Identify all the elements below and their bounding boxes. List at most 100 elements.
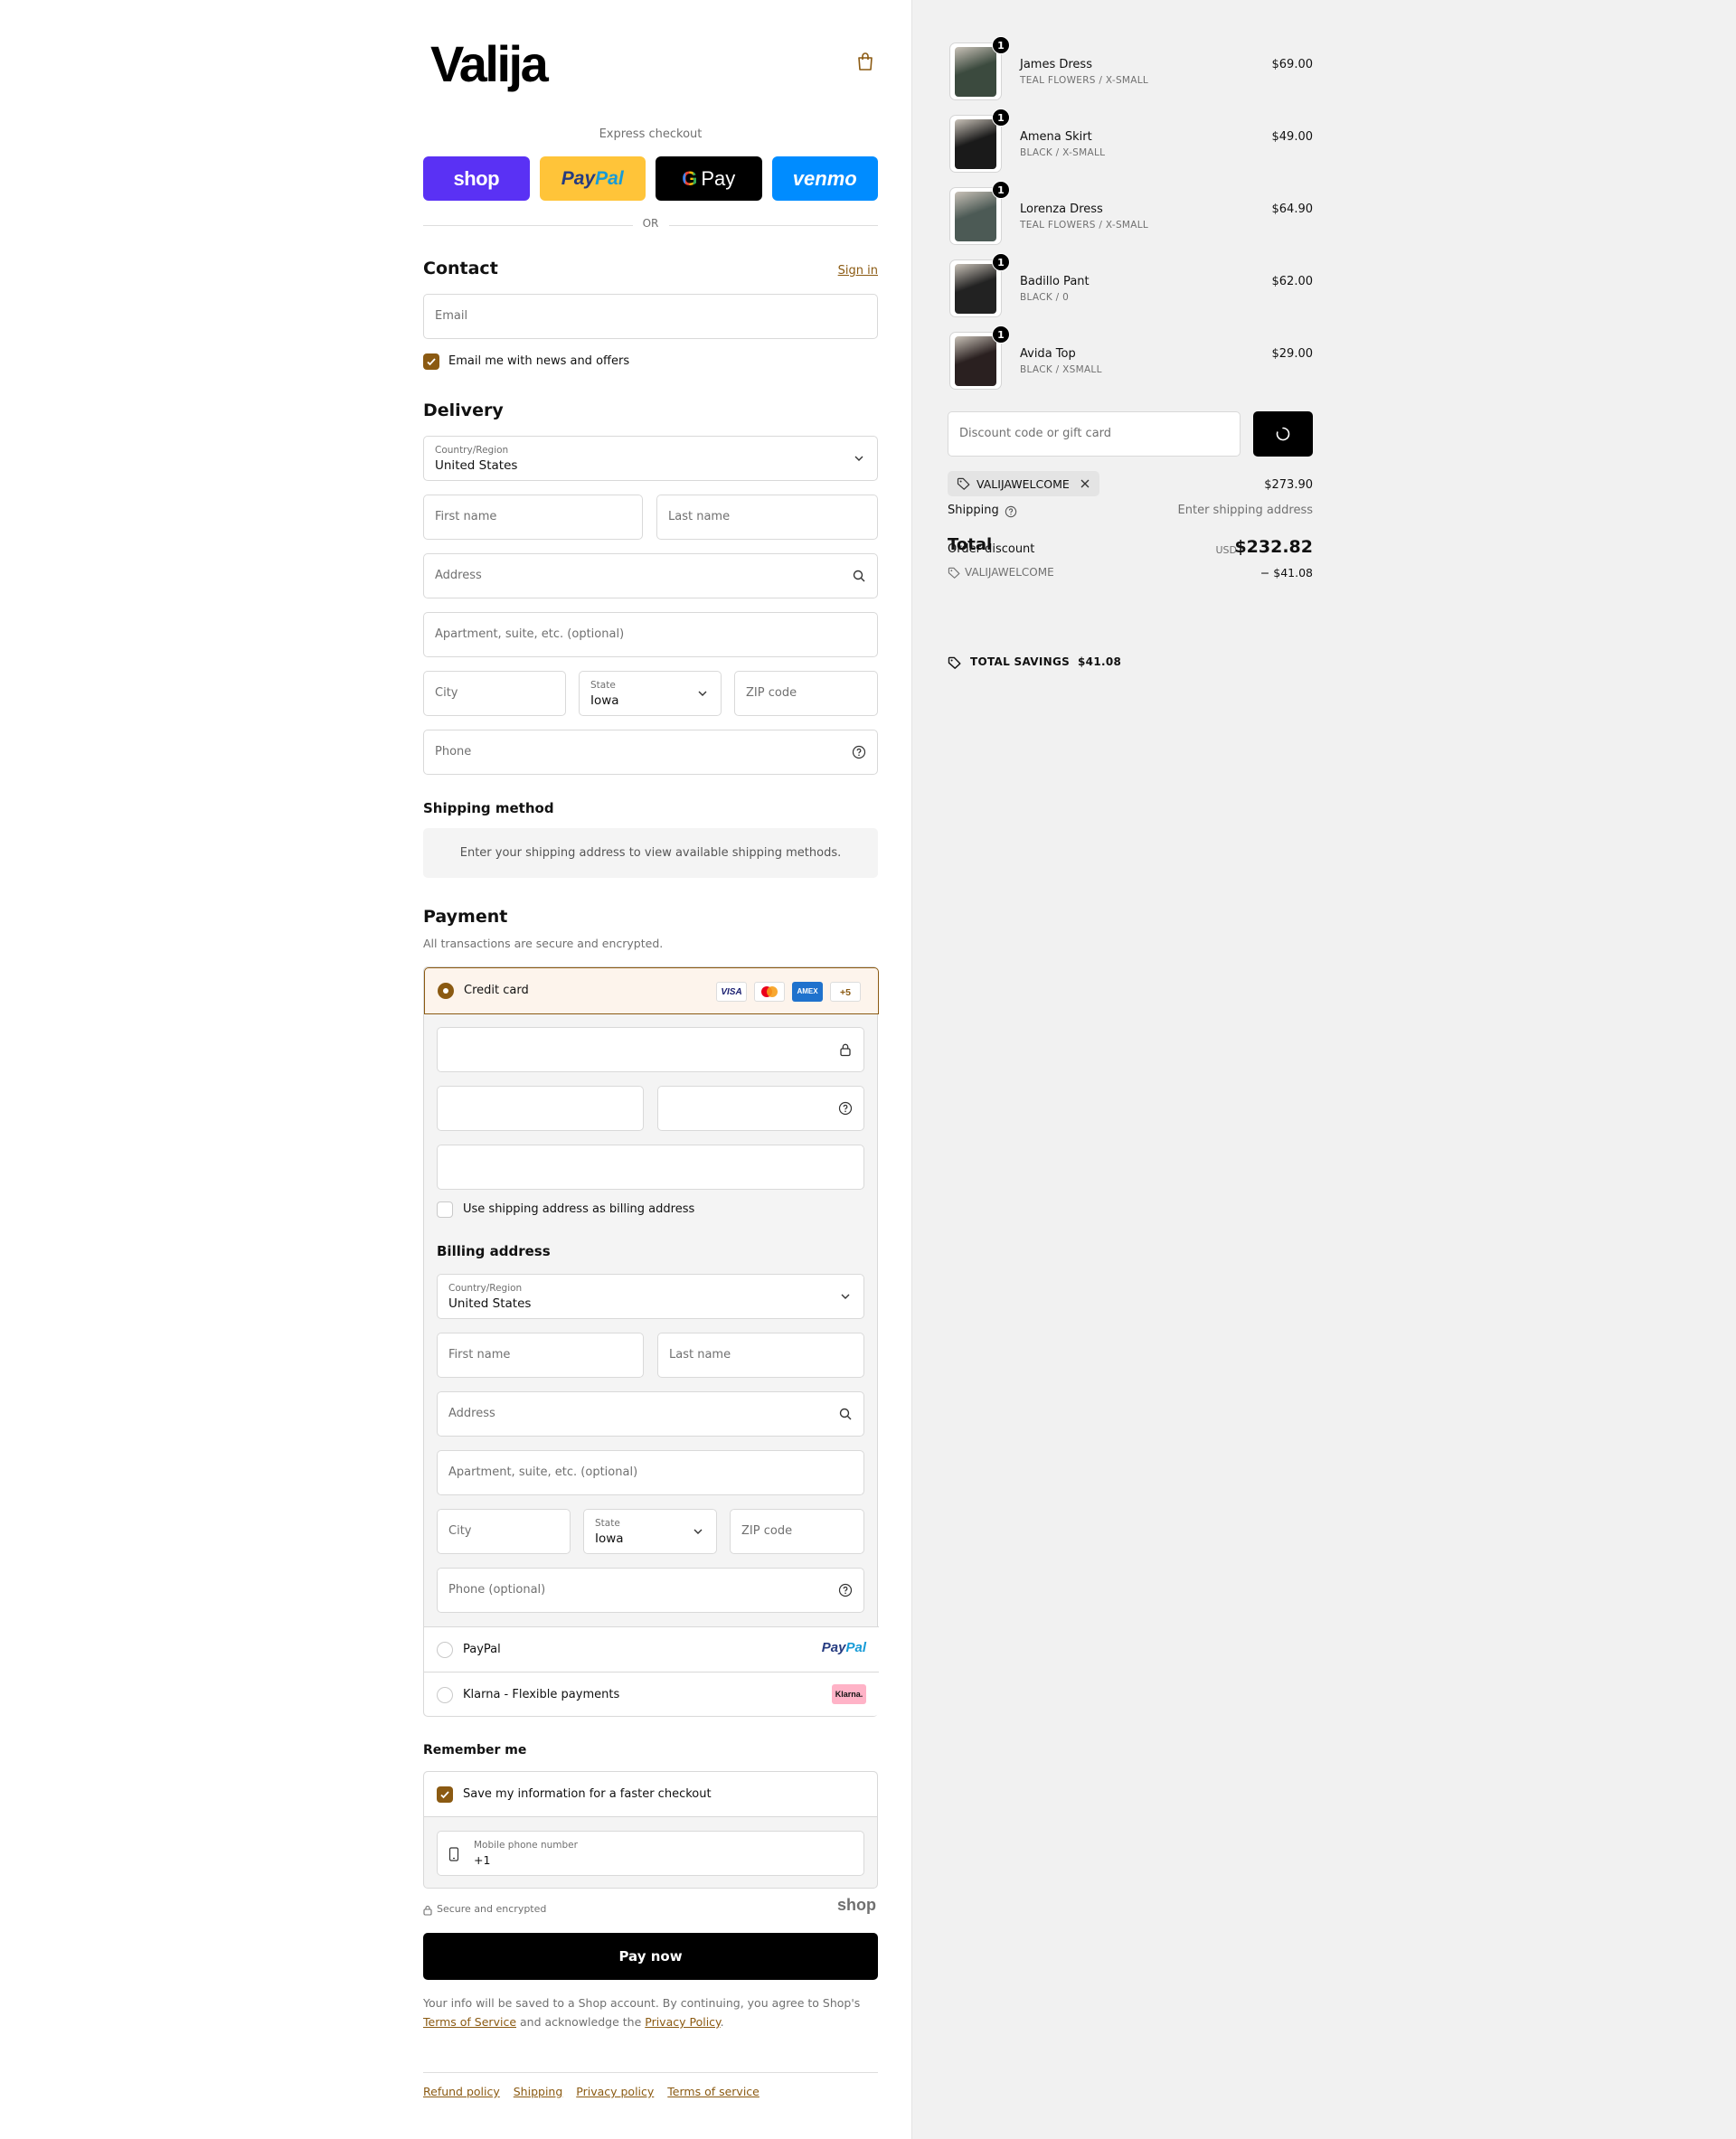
mastercard-circles <box>761 986 778 997</box>
billing-country-value: United States <box>448 1296 532 1311</box>
first-name-field[interactable]: First name <box>423 495 643 540</box>
mastercard-icon <box>754 982 785 1002</box>
address-placeholder: Address <box>435 569 482 582</box>
card-name-field[interactable] <box>437 1145 864 1190</box>
billing-apartment-field[interactable]: Apartment, suite, etc. (optional) <box>437 1450 864 1495</box>
product-name: Lorenza Dress <box>1020 203 1103 216</box>
close-icon[interactable] <box>1080 478 1090 489</box>
country-value: United States <box>435 458 518 473</box>
privacy-policy-link[interactable]: Privacy Policy <box>645 2015 720 2029</box>
help-circle-icon[interactable] <box>1005 505 1017 518</box>
save-info-row[interactable]: Save my information for a faster checkou… <box>424 1772 877 1817</box>
paypal-logo-pal: Pal <box>595 167 624 189</box>
product-variant: BLACK / X-SMALL <box>1020 147 1106 158</box>
state-value: Iowa <box>590 693 619 708</box>
zip-field[interactable]: ZIP code <box>734 671 878 716</box>
product-price: $29.00 <box>1271 347 1314 361</box>
more-cards-badge: +5 <box>830 982 861 1002</box>
privacy-policy-footer-link[interactable]: Privacy policy <box>576 2085 654 2098</box>
shipping-method-notice: Enter your shipping address to view avai… <box>423 828 878 878</box>
billing-last-name-placeholder: Last name <box>669 1348 731 1362</box>
terms-of-service-link[interactable]: Terms of Service <box>423 2015 516 2029</box>
billing-city-field[interactable]: City <box>437 1509 571 1554</box>
card-number-field[interactable] <box>437 1027 864 1072</box>
mobile-phone-field[interactable]: Mobile phone number +1 <box>437 1831 864 1876</box>
billing-country-select[interactable]: Country/Region United States <box>437 1274 864 1319</box>
help-circle-icon[interactable] <box>838 1101 853 1116</box>
billing-last-name-field[interactable]: Last name <box>657 1333 864 1378</box>
billing-first-name-field[interactable]: First name <box>437 1333 644 1378</box>
google-pay-button[interactable]: G Pay <box>656 156 762 201</box>
paypal-logo-pay: Pay <box>821 1640 846 1655</box>
shipping-link[interactable]: Shipping <box>514 2085 563 2098</box>
country-select[interactable]: Country/Region United States <box>423 436 878 481</box>
cart-item: 1 Lorenza Dress TEAL FLOWERS / X-SMALL $… <box>948 181 1313 245</box>
billing-address-field[interactable]: Address <box>437 1391 864 1437</box>
brand-logo[interactable]: Valija <box>430 34 549 93</box>
phone-field[interactable]: Phone <box>423 730 878 775</box>
chevron-down-icon <box>698 691 707 696</box>
paypal-option[interactable]: PayPal PayPal <box>424 1626 879 1672</box>
billing-state-value: Iowa <box>595 1531 624 1546</box>
card-expiry-field[interactable] <box>437 1086 644 1131</box>
paypal-button[interactable]: Pay Pal <box>539 156 646 201</box>
product-image <box>955 47 996 97</box>
use-shipping-label: Use shipping address as billing address <box>463 1202 695 1216</box>
billing-apartment-placeholder: Apartment, suite, etc. (optional) <box>448 1465 638 1479</box>
google-g-icon: G <box>682 166 698 190</box>
news-checkbox[interactable] <box>423 353 439 370</box>
billing-state-select[interactable]: State Iowa <box>583 1509 717 1554</box>
billing-address-title: Billing address <box>437 1243 551 1259</box>
credit-card-option[interactable]: Credit card VISA AMEX +5 <box>424 967 879 1014</box>
use-shipping-checkbox[interactable] <box>437 1201 453 1218</box>
total-savings-label: TOTAL SAVINGS <box>970 655 1071 668</box>
discount-code-placeholder: Discount code or gift card <box>959 427 1112 440</box>
billing-zip-field[interactable]: ZIP code <box>730 1509 864 1554</box>
product-name: Amena Skirt <box>1020 130 1092 144</box>
help-circle-icon[interactable] <box>838 1583 853 1597</box>
shipping-method-title: Shipping method <box>423 800 554 816</box>
save-info-label: Save my information for a faster checkou… <box>463 1787 712 1801</box>
email-field[interactable]: Email <box>423 294 878 339</box>
venmo-button[interactable]: venmo <box>771 156 878 201</box>
discount-code-field[interactable]: Discount code or gift card <box>948 411 1241 457</box>
applied-discount-tag: VALIJAWELCOME <box>948 471 1099 496</box>
address-field[interactable]: Address <box>423 553 878 598</box>
save-info-checkbox[interactable] <box>437 1786 453 1803</box>
secure-encrypted-text: Secure and encrypted <box>437 1903 547 1915</box>
klarna-option[interactable]: Klarna - Flexible payments Klarna. <box>424 1672 879 1716</box>
city-field[interactable]: City <box>423 671 566 716</box>
or-divider: OR <box>423 217 878 233</box>
state-select[interactable]: State Iowa <box>579 671 722 716</box>
paypal-logo-pay: Pay <box>561 167 596 189</box>
last-name-field[interactable]: Last name <box>656 495 878 540</box>
klarna-radio[interactable] <box>437 1687 453 1703</box>
paypal-radio[interactable] <box>437 1642 453 1658</box>
shop-pay-button[interactable]: shop <box>423 156 530 201</box>
zip-placeholder: ZIP code <box>746 686 797 700</box>
billing-city-placeholder: City <box>448 1524 472 1538</box>
tag-icon <box>948 567 960 579</box>
billing-phone-field[interactable]: Phone (optional) <box>437 1568 864 1613</box>
paypal-logo-pal: Pal <box>845 1640 866 1655</box>
total-value: $232.82 <box>1234 537 1313 557</box>
apartment-placeholder: Apartment, suite, etc. (optional) <box>435 627 625 641</box>
paypal-label: PayPal <box>463 1643 501 1656</box>
shopping-bag-icon[interactable] <box>857 52 873 71</box>
credit-card-radio[interactable] <box>438 983 454 999</box>
card-cvv-field[interactable] <box>657 1086 864 1131</box>
pay-now-button[interactable]: Pay now <box>423 1933 878 1980</box>
quantity-badge: 1 <box>992 253 1010 271</box>
product-name: Avida Top <box>1020 347 1076 361</box>
terms-of-service-footer-link[interactable]: Terms of service <box>667 2085 760 2098</box>
refund-policy-link[interactable]: Refund policy <box>423 2085 500 2098</box>
cart-item: 1 Badillo Pant BLACK / 0 $62.00 <box>948 253 1313 317</box>
help-circle-icon[interactable] <box>852 745 866 759</box>
apply-discount-button[interactable] <box>1253 411 1313 457</box>
apartment-field[interactable]: Apartment, suite, etc. (optional) <box>423 612 878 657</box>
lock-icon <box>423 1905 432 1916</box>
sign-in-link[interactable]: Sign in <box>838 264 878 278</box>
first-name-placeholder: First name <box>435 510 497 523</box>
applied-discount-code: VALIJAWELCOME <box>976 477 1070 491</box>
product-variant: TEAL FLOWERS / X-SMALL <box>1020 75 1149 86</box>
